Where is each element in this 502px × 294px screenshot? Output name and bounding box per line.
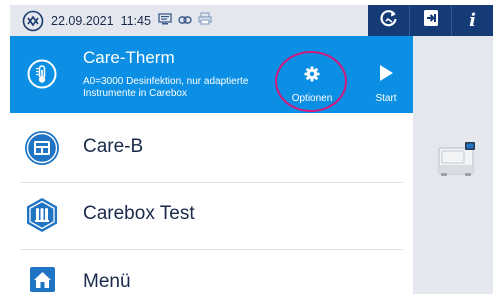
start-button[interactable]: Start (366, 52, 406, 106)
side-panel (413, 36, 493, 294)
export-icon (421, 8, 441, 33)
display-icon (158, 12, 172, 30)
program-description-line2: Instrumente in Carebox (83, 88, 187, 99)
refresh-icon (379, 8, 399, 33)
menu-item[interactable]: Menü (10, 248, 413, 294)
status-bar: 22.09.2021 11:45 i (10, 5, 493, 36)
program-label-care-b: Care-B (83, 136, 144, 157)
refresh-button[interactable] (368, 5, 409, 36)
options-label: Optionen (291, 93, 333, 104)
program-description: A0=3000 Desinfektion, nur adaptierte Ins… (83, 76, 273, 100)
program-item-carebox-test[interactable]: Carebox Test (10, 180, 413, 250)
thermometer-icon (27, 59, 57, 89)
program-item-care-b[interactable]: Care-B (10, 113, 413, 183)
logo-badge-icon (22, 10, 44, 32)
link-icon (178, 12, 192, 30)
status-time: 11:45 (120, 13, 151, 28)
status-left: 22.09.2021 11:45 (10, 5, 212, 36)
carebox-test-icon (24, 197, 60, 233)
program-item-care-therm[interactable]: Care-Therm A0=3000 Desinfektion, nur ada… (10, 36, 413, 113)
start-label: Start (375, 93, 397, 104)
menu-label: Menü (83, 271, 131, 292)
program-description-line1: A0=3000 Desinfektion, nur adaptierte (83, 76, 249, 87)
printer-icon (198, 11, 212, 30)
program-title: Care-Therm (83, 48, 175, 67)
status-toolbar: i (368, 5, 493, 36)
options-button[interactable]: Optionen (282, 52, 342, 106)
info-button[interactable]: i (451, 5, 493, 36)
play-icon (378, 52, 394, 87)
gear-icon (304, 52, 320, 87)
home-icon (24, 262, 60, 294)
info-icon: i (469, 10, 476, 31)
program-label-carebox-test: Carebox Test (83, 203, 195, 224)
export-button[interactable] (409, 5, 451, 36)
program-list: Care-Therm A0=3000 Desinfektion, nur ada… (10, 36, 413, 294)
carebox-icon (24, 130, 60, 166)
status-date: 22.09.2021 (51, 13, 114, 28)
sterilizer-device-icon (437, 138, 477, 178)
status-icons (158, 11, 212, 30)
